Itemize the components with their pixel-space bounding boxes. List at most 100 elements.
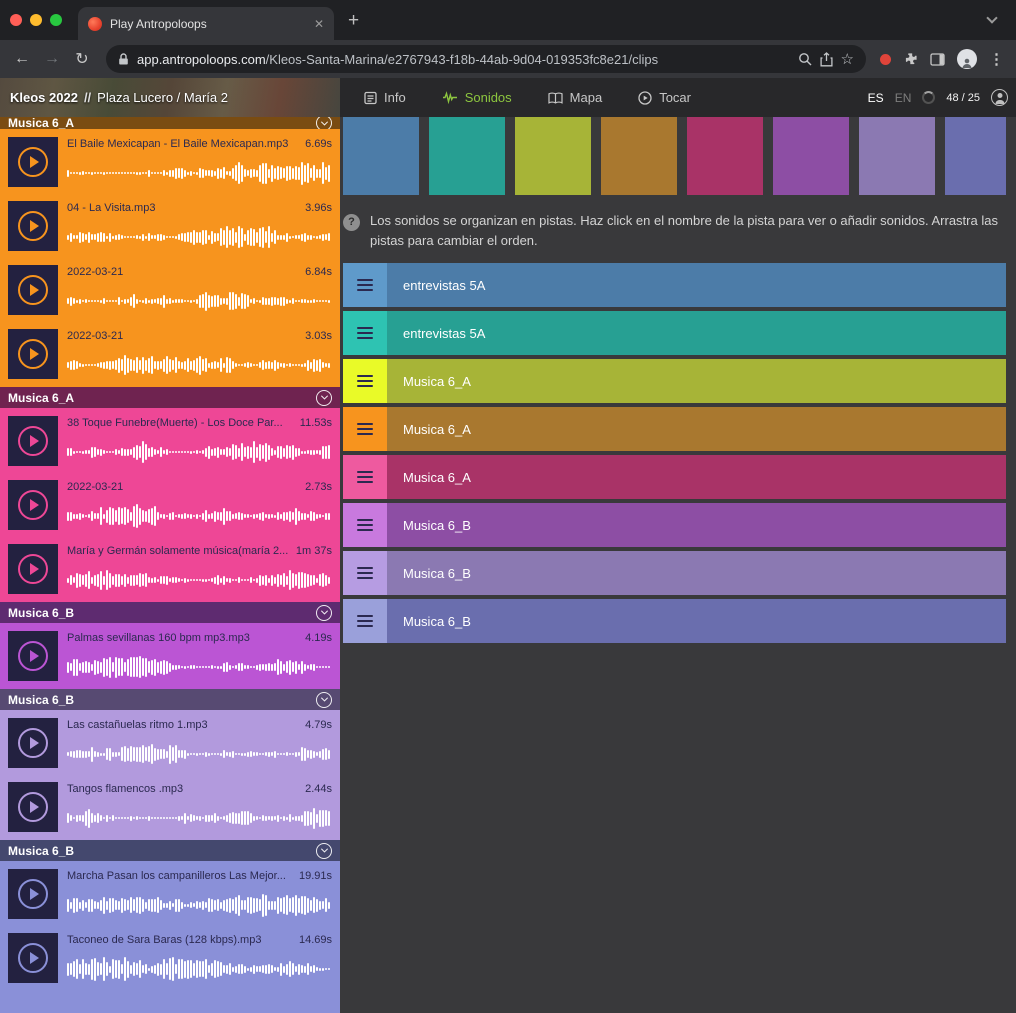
breadcrumb-path[interactable]: Plaza Lucero / María 2 <box>97 90 228 105</box>
clip-row[interactable]: Marcha Pasan los campanilleros Las Mejor… <box>8 869 332 919</box>
window-close-button[interactable] <box>10 14 22 26</box>
clip-play-button[interactable] <box>8 329 58 379</box>
clip-row[interactable]: 2022-03-216.84s <box>8 265 332 315</box>
clip-play-button[interactable] <box>8 137 58 187</box>
clip-play-button[interactable] <box>8 416 58 466</box>
profile-avatar[interactable] <box>957 49 977 69</box>
clip-play-button[interactable] <box>8 869 58 919</box>
clip-duration: 19.91s <box>299 870 332 883</box>
section-header[interactable]: Musica 6_B <box>0 689 340 710</box>
track-color-swatch[interactable] <box>687 117 763 195</box>
clip-play-button[interactable] <box>8 480 58 530</box>
clip-play-button[interactable] <box>8 933 58 983</box>
tab-close-icon[interactable]: ✕ <box>314 17 324 31</box>
track-color-swatch[interactable] <box>945 117 1006 195</box>
zoom-search-icon[interactable] <box>798 52 812 66</box>
section-header[interactable]: Musica 6_A <box>0 387 340 408</box>
section-header[interactable]: Musica 6_B <box>0 840 340 861</box>
url-bar[interactable]: app.antropoloops.com/Kleos-Santa-Marina/… <box>106 45 866 73</box>
window-zoom-button[interactable] <box>50 14 62 26</box>
share-icon[interactable] <box>820 52 833 67</box>
track-color-swatch[interactable] <box>773 117 849 195</box>
account-icon[interactable] <box>991 89 1008 106</box>
track-drag-handle[interactable] <box>343 503 387 547</box>
track-color-swatch[interactable] <box>343 117 419 195</box>
browser-tab[interactable]: Play Antropoloops ✕ <box>78 7 334 40</box>
track-color-swatch[interactable] <box>429 117 505 195</box>
section-expand-icon[interactable] <box>316 692 332 708</box>
track-drag-handle[interactable] <box>343 311 387 355</box>
new-tab-button[interactable]: + <box>348 11 359 30</box>
play-icon <box>18 339 48 369</box>
play-icon <box>18 792 48 822</box>
tab-info[interactable]: Info <box>364 90 406 105</box>
clip-row[interactable]: Palmas sevillanas 160 bpm mp3.mp34.19s <box>8 631 332 681</box>
clip-row[interactable]: 2022-03-212.73s <box>8 480 332 530</box>
track-drag-handle[interactable] <box>343 359 387 403</box>
extensions-puzzle-icon[interactable] <box>903 52 918 67</box>
section-header[interactable]: Musica 6_A <box>0 117 340 129</box>
play-triangle-icon <box>30 888 39 900</box>
breadcrumb-project[interactable]: Kleos 2022 <box>10 90 78 105</box>
track-color-swatch[interactable] <box>859 117 935 195</box>
track-drag-handle[interactable] <box>343 263 387 307</box>
track-row[interactable]: Musica 6_B <box>343 503 1006 547</box>
url-domain: app.antropoloops.com <box>137 52 266 67</box>
section-expand-icon[interactable] <box>316 390 332 406</box>
tab-sonidos[interactable]: Sonidos <box>442 90 512 105</box>
clip-duration: 6.69s <box>305 138 332 151</box>
track-drag-handle[interactable] <box>343 599 387 643</box>
play-icon <box>18 943 48 973</box>
track-row[interactable]: entrevistas 5A <box>343 263 1006 307</box>
window-minimize-button[interactable] <box>30 14 42 26</box>
track-drag-handle[interactable] <box>343 455 387 499</box>
track-row[interactable]: Musica 6_A <box>343 455 1006 499</box>
clip-row[interactable]: 38 Toque Funebre(Muerte) - Los Doce Par.… <box>8 416 332 466</box>
breadcrumb[interactable]: Kleos 2022 // Plaza Lucero / María 2 <box>0 78 340 117</box>
side-panel-icon[interactable] <box>930 53 945 66</box>
track-drag-handle[interactable] <box>343 407 387 451</box>
play-triangle-icon <box>30 952 39 964</box>
window-controls <box>10 14 62 26</box>
section-expand-icon[interactable] <box>316 605 332 621</box>
lang-en-button[interactable]: EN <box>895 91 912 105</box>
lang-es-button[interactable]: ES <box>868 91 884 105</box>
clip-play-button[interactable] <box>8 782 58 832</box>
clip-row[interactable]: 04 - La Visita.mp33.96s <box>8 201 332 251</box>
clip-row[interactable]: Las castañuelas ritmo 1.mp34.79s <box>8 718 332 768</box>
clip-row[interactable]: María y Germán solamente música(maría 2.… <box>8 544 332 594</box>
section-expand-icon[interactable] <box>316 843 332 859</box>
section-expand-icon[interactable] <box>316 117 332 129</box>
track-row[interactable]: Musica 6_B <box>343 551 1006 595</box>
track-row[interactable]: entrevistas 5A <box>343 311 1006 355</box>
clip-name: 2022-03-21 <box>67 330 123 343</box>
track-row[interactable]: Musica 6_B <box>343 599 1006 643</box>
track-color-swatch[interactable] <box>601 117 677 195</box>
clip-play-button[interactable] <box>8 265 58 315</box>
tab-mapa[interactable]: Mapa <box>548 90 603 105</box>
tab-search-chevron-icon[interactable] <box>986 12 997 23</box>
back-button[interactable]: ← <box>8 45 36 73</box>
track-row[interactable]: Musica 6_A <box>343 359 1006 403</box>
track-row[interactable]: Musica 6_A <box>343 407 1006 451</box>
tab-tocar[interactable]: Tocar <box>638 90 691 105</box>
drag-handle-icon <box>357 476 373 478</box>
clip-row[interactable]: El Baile Mexicapan - El Baile Mexicapan.… <box>8 137 332 187</box>
clip-row[interactable]: Taconeo de Sara Baras (128 kbps).mp314.6… <box>8 933 332 983</box>
clip-duration: 4.19s <box>305 632 332 645</box>
clip-play-button[interactable] <box>8 718 58 768</box>
clip-play-button[interactable] <box>8 201 58 251</box>
clip-play-button[interactable] <box>8 544 58 594</box>
section-header[interactable]: Musica 6_B <box>0 602 340 623</box>
bookmark-star-icon[interactable]: ☆ <box>841 52 854 67</box>
clip-info: Tangos flamencos .mp32.44s <box>67 782 332 832</box>
forward-button[interactable]: → <box>38 45 66 73</box>
recording-extension-icon[interactable] <box>880 54 891 65</box>
browser-menu-icon[interactable]: ⋮ <box>989 50 1004 68</box>
clip-row[interactable]: Tangos flamencos .mp32.44s <box>8 782 332 832</box>
track-color-swatch[interactable] <box>515 117 591 195</box>
track-drag-handle[interactable] <box>343 551 387 595</box>
reload-button[interactable]: ↻ <box>68 45 96 73</box>
clip-row[interactable]: 2022-03-213.03s <box>8 329 332 379</box>
clip-play-button[interactable] <box>8 631 58 681</box>
